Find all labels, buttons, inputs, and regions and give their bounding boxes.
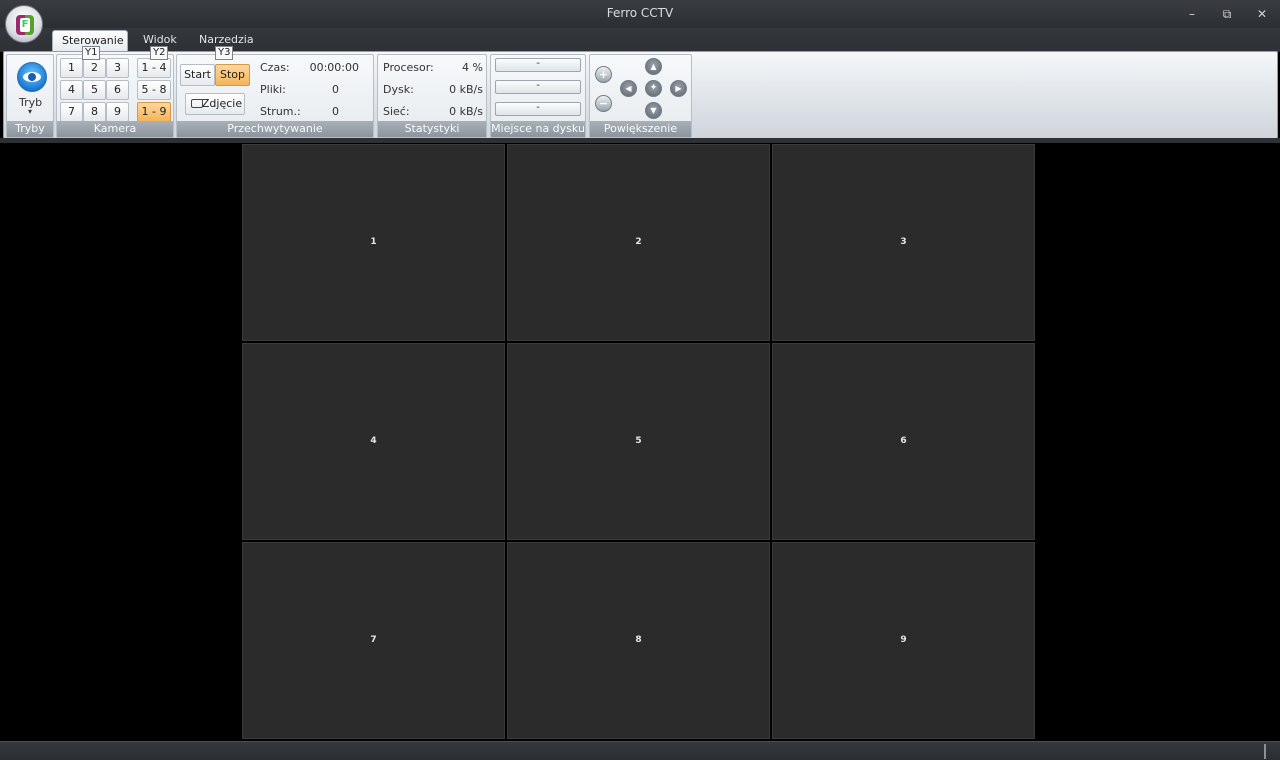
zoom-in-icon[interactable]: +: [595, 66, 612, 83]
group-label-przechwytywanie: Przechwytywanie: [177, 121, 373, 137]
czas-label: Czas:: [260, 61, 290, 74]
group-label-statystyki: Statystyki: [378, 121, 486, 137]
app-logo-letter: F: [20, 18, 30, 32]
application-menu-button[interactable]: F: [5, 5, 43, 43]
pan-right-icon[interactable]: ▶: [670, 80, 687, 97]
camera-view-3[interactable]: 3: [772, 144, 1035, 341]
app-window: Ferro CCTV – ⧉ ✕ F Sterowanie Widok Narz…: [0, 0, 1280, 760]
title-bar: Ferro CCTV – ⧉ ✕: [0, 0, 1280, 28]
minimize-button[interactable]: –: [1180, 4, 1204, 24]
camera-8-button[interactable]: 8: [83, 102, 106, 122]
camera-icon: [191, 99, 203, 108]
disk-usage-bar-2: -: [495, 80, 581, 94]
group-powiekszenie: + − ▲ ◀ ✦ ▶ ▼ Powiększenie: [589, 54, 692, 138]
pan-down-icon[interactable]: ▼: [645, 102, 662, 119]
procesor-value: 4 %: [462, 61, 483, 74]
camera-3-button[interactable]: 3: [106, 58, 129, 78]
camera-view-6[interactable]: 6: [772, 343, 1035, 540]
group-label-kamera: Kamera: [57, 121, 173, 137]
pan-left-icon[interactable]: ◀: [620, 80, 637, 97]
camera-view-number: 6: [900, 436, 907, 446]
range-1-9-button[interactable]: 1 - 9: [137, 102, 171, 122]
group-przechwytywanie: Start Stop Zdjęcie Czas: 00:00:00 Pliki:…: [176, 54, 374, 138]
pliki-value: 0: [332, 83, 339, 96]
camera-9-button[interactable]: 9: [106, 102, 129, 122]
keytip-y2: Y2: [150, 46, 169, 60]
camera-1-button[interactable]: 1: [60, 58, 83, 78]
group-statystyki: Procesor: 4 % Dysk: 0 kB/s Sieć: 0 kB/s …: [377, 54, 487, 138]
camera-view-number: 7: [370, 635, 377, 645]
camera-2-button[interactable]: 2: [83, 58, 106, 78]
group-label-miejsce: Miejsce na dysku: [491, 121, 585, 137]
status-bar: [0, 741, 1280, 760]
close-button[interactable]: ✕: [1250, 4, 1274, 24]
eye-pupil: [28, 73, 36, 81]
camera-view-number: 8: [635, 635, 642, 645]
stop-button[interactable]: Stop: [215, 64, 250, 86]
ribbon-tab-strip: Sterowanie Widok Narzedzia: [0, 28, 1280, 52]
siec-value: 0 kB/s: [449, 105, 483, 118]
camera-view-9[interactable]: 9: [772, 542, 1035, 739]
group-label-tryby: Tryby: [7, 121, 53, 137]
keytip-y1: Y1: [82, 46, 101, 60]
strum-value: 0: [332, 105, 339, 118]
dysk-value: 0 kB/s: [449, 83, 483, 96]
camera-view-number: 9: [900, 635, 907, 645]
restore-button[interactable]: ⧉: [1215, 4, 1239, 24]
camera-grid: 1 2 3 4 5 6 7 8 9: [241, 143, 1037, 741]
resize-grip-icon[interactable]: [1264, 744, 1266, 759]
window-title: Ferro CCTV: [606, 6, 674, 20]
camera-view-1[interactable]: 1: [242, 144, 505, 341]
czas-value: 00:00:00: [309, 61, 359, 74]
camera-5-button[interactable]: 5: [83, 80, 106, 100]
camera-view-7[interactable]: 7: [242, 542, 505, 739]
range-5-8-button[interactable]: 5 - 8: [137, 80, 171, 100]
camera-view-4[interactable]: 4: [242, 343, 505, 540]
snapshot-button[interactable]: Zdjęcie: [185, 93, 245, 115]
pliki-label: Pliki:: [260, 83, 286, 96]
group-kamera: 1 2 3 4 5 6 7 8 9 1 - 4 5 - 8 1 - 9 Kame…: [56, 54, 174, 138]
camera-view-number: 3: [900, 237, 907, 247]
camera-view-number: 1: [370, 237, 377, 247]
camera-4-button[interactable]: 4: [60, 80, 83, 100]
range-1-4-button[interactable]: 1 - 4: [137, 58, 171, 78]
disk-usage-bar-3: -: [495, 102, 581, 116]
zoom-out-icon[interactable]: −: [595, 95, 612, 112]
camera-view-number: 2: [635, 237, 642, 247]
dysk-label: Dysk:: [383, 83, 414, 96]
ribbon: Tryb ▾ Tryby 1 2 3 4 5 6 7 8 9 1 - 4 5 -…: [3, 51, 1278, 139]
group-tryby: Tryb ▾ Tryby: [6, 54, 54, 138]
camera-view-2[interactable]: 2: [507, 144, 770, 341]
group-miejsce-na-dysku: - - - Miejsce na dysku: [490, 54, 586, 138]
group-label-powiekszenie: Powiększenie: [590, 121, 691, 137]
siec-label: Sieć:: [383, 105, 410, 118]
procesor-label: Procesor:: [383, 61, 434, 74]
pan-up-icon[interactable]: ▲: [645, 58, 662, 75]
mode-eye-icon[interactable]: [17, 62, 47, 92]
strum-label: Strum.:: [260, 105, 301, 118]
pan-center-icon[interactable]: ✦: [645, 80, 662, 97]
camera-6-button[interactable]: 6: [106, 80, 129, 100]
start-button[interactable]: Start: [180, 64, 215, 86]
camera-view-number: 4: [370, 436, 377, 446]
snapshot-label: Zdjęcie: [201, 97, 243, 110]
camera-view-5[interactable]: 5: [507, 343, 770, 540]
mode-dropdown-arrow-icon[interactable]: ▾: [28, 107, 32, 116]
camera-view-8[interactable]: 8: [507, 542, 770, 739]
camera-7-button[interactable]: 7: [60, 102, 83, 122]
camera-view-number: 5: [635, 436, 642, 446]
disk-usage-bar-1: -: [495, 58, 581, 72]
keytip-y3: Y3: [215, 46, 234, 60]
